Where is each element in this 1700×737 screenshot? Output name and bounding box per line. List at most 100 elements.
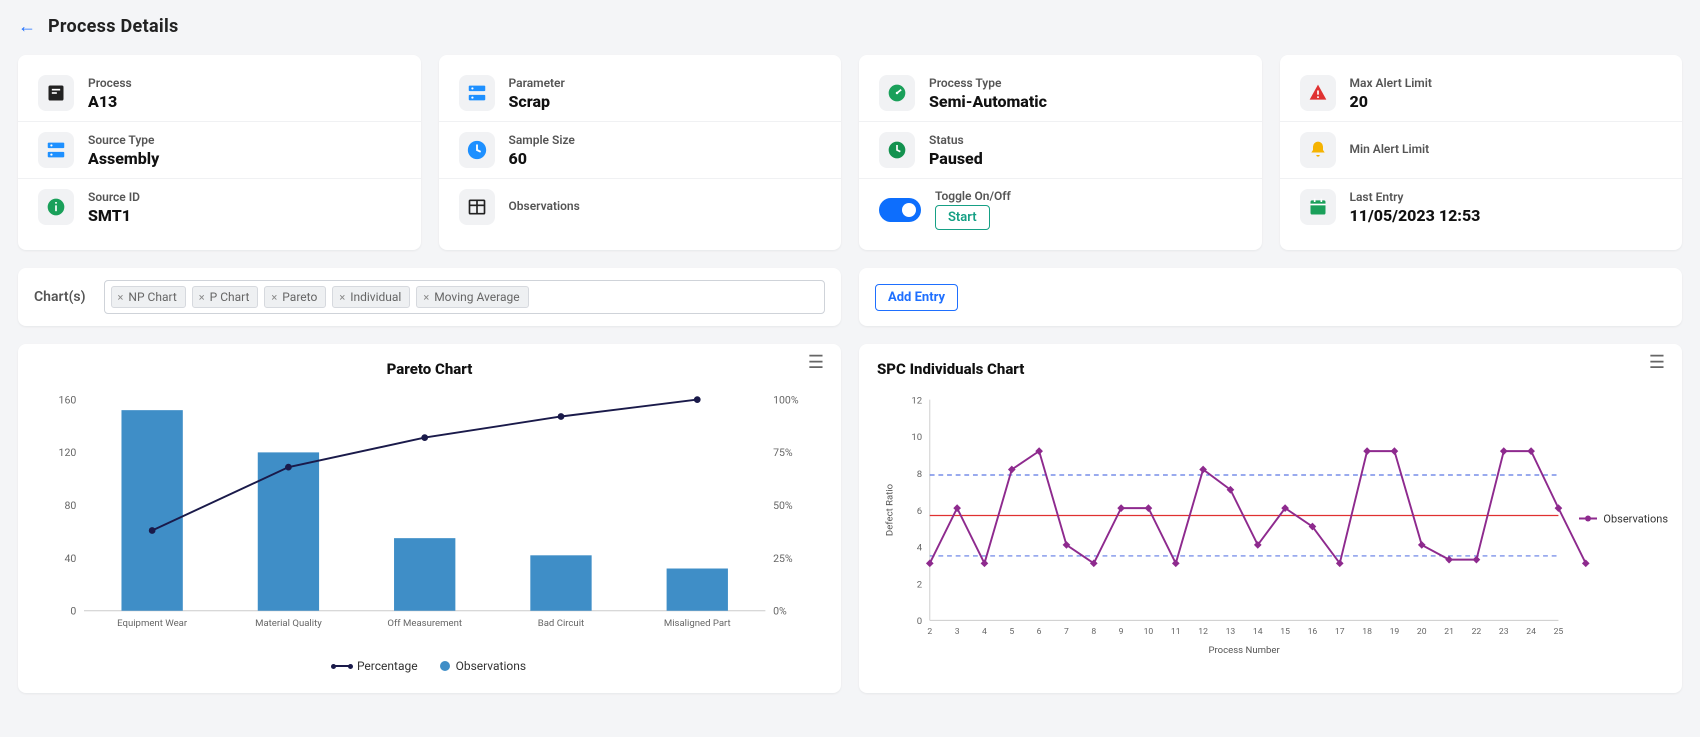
min-label: Min Alert Limit — [1350, 142, 1430, 156]
tag-remove-icon[interactable]: × — [199, 291, 205, 304]
source-id-value: SMT1 — [88, 206, 140, 225]
svg-text:13: 13 — [1226, 627, 1236, 637]
tag-remove-icon[interactable]: × — [271, 291, 277, 304]
chart-tag[interactable]: ×NP Chart — [111, 286, 186, 308]
row-process: Process A13 — [18, 65, 421, 121]
svg-text:40: 40 — [64, 552, 76, 565]
page-header: ← Process Details — [18, 16, 1682, 37]
svg-text:22: 22 — [1472, 627, 1482, 637]
svg-text:75%: 75% — [773, 446, 793, 459]
svg-text:25: 25 — [1554, 627, 1564, 637]
start-button[interactable]: Start — [935, 205, 990, 230]
svg-text:14: 14 — [1253, 627, 1263, 637]
svg-text:5: 5 — [1009, 627, 1014, 637]
svg-text:23: 23 — [1499, 627, 1509, 637]
charts-tag-input[interactable]: ×NP Chart ×P Chart×Pareto ×Individual ×Movi… — [104, 280, 825, 314]
info-card-grid: Process A13 Source TypeAssembly Source ID… — [18, 55, 1682, 250]
clock-status-icon — [879, 132, 915, 168]
svg-text:19: 19 — [1390, 627, 1400, 637]
svg-text:17: 17 — [1335, 627, 1345, 637]
svg-text:8: 8 — [1091, 627, 1096, 637]
svg-text:4: 4 — [982, 627, 987, 637]
back-arrow-icon[interactable]: ← — [18, 18, 36, 36]
row-sample-size: Sample Size60 — [439, 121, 842, 178]
row-parameter: Parameter Scrap — [439, 65, 842, 121]
pareto-title: Pareto Chart — [36, 360, 823, 378]
svg-text:15: 15 — [1280, 627, 1290, 637]
legend-percentage[interactable]: Percentage — [333, 659, 418, 673]
toggle-switch[interactable] — [879, 198, 921, 222]
svg-text:0%: 0% — [773, 605, 787, 618]
process-value: A13 — [88, 92, 132, 111]
svg-text:100%: 100% — [773, 393, 799, 406]
alert-triangle-icon — [1300, 75, 1336, 111]
row-toggle: Toggle On/Off Start — [859, 178, 1262, 240]
chart-menu-icon[interactable]: ☰ — [808, 358, 823, 368]
row-source-type: Source TypeAssembly — [18, 121, 421, 178]
status-label: Status — [929, 133, 983, 147]
svg-text:2: 2 — [927, 627, 932, 637]
source-type-value: Assembly — [88, 149, 159, 168]
legend-observations[interactable]: Observations — [440, 659, 526, 673]
card-source: Process A13 Source TypeAssembly Source ID… — [18, 55, 421, 250]
svg-text:10: 10 — [1144, 627, 1154, 637]
svg-text:8: 8 — [917, 469, 922, 480]
chart-tag[interactable]: ×P Chart — [192, 286, 259, 308]
svg-text:Misaligned Part: Misaligned Part — [664, 618, 731, 629]
toggle-label: Toggle On/Off — [935, 189, 1011, 203]
max-label: Max Alert Limit — [1350, 76, 1432, 90]
spc-title: SPC Individuals Chart — [877, 360, 1664, 378]
card-status: Process TypeSemi-Automatic StatusPaused … — [859, 55, 1262, 250]
process-icon — [38, 75, 74, 111]
row-source-id: Source ID SMT1 — [18, 178, 421, 235]
chart-tag[interactable]: ×Individual — [332, 286, 410, 308]
tag-remove-icon[interactable]: × — [118, 291, 124, 304]
svg-text:9: 9 — [1119, 627, 1124, 637]
card-parameter: Parameter Scrap Sample Size60 Observation… — [439, 55, 842, 250]
add-entry-button[interactable]: Add Entry — [875, 284, 958, 311]
svg-text:4: 4 — [917, 543, 923, 554]
svg-text:3: 3 — [955, 627, 960, 637]
bell-icon — [1300, 132, 1336, 168]
sample-value: 60 — [509, 149, 575, 168]
svg-text:12: 12 — [911, 395, 922, 406]
chart-menu-icon[interactable]: ☰ — [1649, 358, 1664, 368]
process-label: Process — [88, 76, 132, 90]
tag-remove-icon[interactable]: × — [339, 291, 345, 304]
svg-text:160: 160 — [59, 393, 77, 406]
svg-text:Equipment Wear: Equipment Wear — [117, 618, 188, 629]
chart-tag[interactable]: ×Pareto — [264, 286, 326, 308]
svg-text:50%: 50% — [773, 499, 793, 512]
parameter-label: Parameter — [509, 76, 565, 90]
svg-text:11: 11 — [1171, 627, 1181, 637]
svg-text:Process Number: Process Number — [1208, 645, 1280, 656]
table-icon — [459, 189, 495, 225]
spc-legend[interactable]: Observations — [1579, 512, 1668, 525]
calendar-icon — [1300, 189, 1336, 225]
ptype-value: Semi-Automatic — [929, 92, 1047, 111]
row-status: StatusPaused — [859, 121, 1262, 178]
obs-label: Observations — [509, 199, 580, 213]
charts-selector-card: Chart(s) ×NP Chart×P Chart×Pareto×Indivi… — [18, 268, 841, 326]
chart-tag[interactable]: ×Moving Average — [416, 286, 528, 308]
svg-text:6: 6 — [1037, 627, 1042, 637]
row-last-entry: Last Entry11/05/2023 12:53 — [1280, 178, 1683, 235]
source-type-icon — [38, 132, 74, 168]
mid-row: Chart(s) ×NP Chart×P Chart×Pareto×Indivi… — [18, 268, 1682, 326]
tag-remove-icon[interactable]: × — [423, 291, 429, 304]
svg-text:120: 120 — [59, 446, 77, 459]
svg-text:0: 0 — [917, 616, 922, 627]
source-id-label: Source ID — [88, 190, 140, 204]
svg-text:6: 6 — [917, 506, 922, 517]
svg-text:80: 80 — [64, 499, 76, 512]
spc-chart-card: ☰ SPC Individuals Chart 0246810122345678… — [859, 344, 1682, 693]
svg-text:16: 16 — [1308, 627, 1318, 637]
max-value: 20 — [1350, 92, 1432, 111]
svg-text:Bad Circuit: Bad Circuit — [538, 618, 584, 629]
svg-text:18: 18 — [1362, 627, 1372, 637]
pareto-chart: 040801201600%25%50%75%100%Equipment Wear… — [36, 390, 823, 649]
svg-text:24: 24 — [1526, 627, 1536, 637]
svg-text:0: 0 — [70, 605, 76, 618]
svg-text:20: 20 — [1417, 627, 1427, 637]
parameter-value: Scrap — [509, 92, 565, 111]
